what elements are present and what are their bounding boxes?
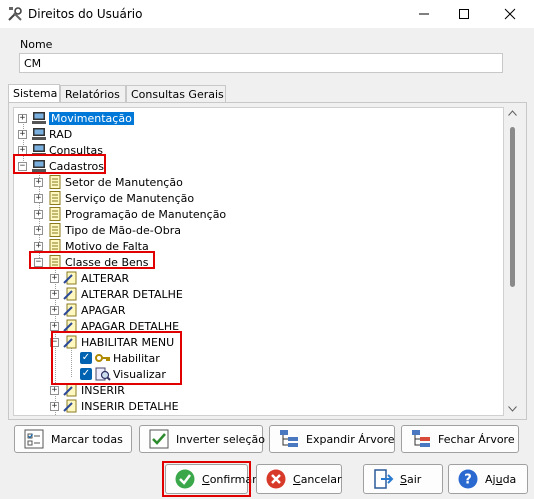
tree-label: Movimentação (49, 111, 134, 125)
highlight-cadastros (13, 154, 106, 174)
inverter-selecao-button[interactable]: Inverter seleção (139, 425, 265, 453)
tree-node-servico[interactable]: + Serviço de Manutenção (34, 190, 194, 206)
tree-collapse-icon (412, 430, 430, 447)
marcar-todas-button[interactable]: Marcar todas (14, 425, 132, 453)
expand-icon[interactable]: + (50, 273, 59, 283)
expandir-arvore-button[interactable]: Expandir Árvore (269, 425, 395, 453)
cancelar-button[interactable]: Cancelar (256, 464, 342, 494)
svg-text:?: ? (464, 473, 472, 488)
expand-icon[interactable]: + (50, 385, 59, 395)
button-label: Marcar todas (51, 432, 123, 446)
tree-label: APAGAR (81, 303, 126, 317)
document-icon (49, 175, 61, 189)
check-square-icon (149, 429, 169, 449)
button-label: Ajuda (485, 472, 517, 486)
expand-icon[interactable]: + (50, 321, 59, 331)
name-field[interactable]: CM (19, 53, 503, 73)
tree-node-alterar-detalhe[interactable]: + ALTERAR DETALHE (50, 286, 183, 302)
title-bar: Direitos do Usuário (0, 0, 534, 28)
tree-node-setor[interactable]: + Setor de Manutenção (34, 174, 183, 190)
expand-icon[interactable]: + (50, 289, 59, 299)
tree-label: ALTERAR (81, 271, 130, 285)
button-label: Cancelar (293, 472, 342, 486)
document-icon (49, 191, 61, 205)
button-label: Fechar Árvore (438, 432, 515, 446)
cancel-x-icon (266, 469, 286, 489)
expand-icon[interactable]: + (18, 129, 27, 139)
computer-icon (32, 128, 46, 140)
tree-node-apagar[interactable]: + APAGAR (50, 302, 125, 318)
document-icon (49, 207, 61, 221)
sair-button[interactable]: Sair (363, 464, 443, 494)
tab-relatorios[interactable]: Relatórios (60, 85, 126, 102)
tools-icon (8, 7, 22, 21)
expand-icon[interactable]: + (50, 401, 59, 411)
edit-document-icon (63, 399, 77, 413)
expand-icon[interactable]: + (18, 113, 27, 123)
button-label: Inverter seleção (176, 432, 265, 446)
fechar-arvore-button[interactable]: Fechar Árvore (401, 425, 519, 453)
edit-document-icon (63, 383, 77, 397)
tree-label: INSERIR DETALHE (81, 399, 179, 413)
help-icon: ? (458, 469, 478, 489)
expand-icon[interactable]: + (34, 225, 43, 235)
maximize-button[interactable] (442, 0, 486, 28)
edit-document-icon (63, 287, 77, 301)
highlight-habilitar-menu (51, 331, 182, 385)
tree-label: ALTERAR DETALHE (81, 287, 183, 301)
tree-label: Programação de Manutenção (65, 207, 227, 221)
tree-node-movimentacao[interactable]: + Movimentação (18, 110, 134, 126)
tree-node-inserir-detalhe[interactable]: + INSERIR DETALHE (50, 398, 179, 414)
tree-label: Serviço de Manutenção (65, 191, 195, 205)
scroll-up-icon[interactable] (508, 110, 517, 116)
expand-icon[interactable]: + (34, 193, 43, 203)
highlight-confirmar (162, 461, 251, 497)
expand-icon[interactable]: + (34, 177, 43, 187)
window-title: Direitos do Usuário (28, 7, 143, 21)
tab-sistema[interactable]: Sistema (8, 84, 60, 103)
minimize-icon (419, 13, 429, 15)
close-button[interactable] (488, 0, 532, 28)
tab-consultas-gerais[interactable]: Consultas Gerais (126, 85, 226, 102)
expand-icon[interactable]: + (34, 241, 43, 251)
computer-icon (32, 112, 46, 124)
maximize-icon (459, 9, 469, 19)
expand-icon[interactable]: + (34, 209, 43, 219)
highlight-classe-de-bens (29, 251, 155, 269)
scroll-thumb[interactable] (510, 127, 515, 287)
tree-label: INSERIR (81, 383, 125, 397)
tree-expand-icon (280, 430, 298, 447)
tree-label: Tipo de Mão-de-Obra (65, 223, 181, 237)
edit-document-icon (63, 303, 77, 317)
tree-label: Setor de Manutenção (65, 175, 183, 189)
tree-node-tipo[interactable]: + Tipo de Mão-de-Obra (34, 222, 181, 238)
minimize-button[interactable] (402, 0, 446, 28)
edit-document-icon (63, 271, 77, 285)
button-label: Sair (400, 472, 422, 486)
tree-label: RAD (49, 127, 73, 141)
tree-node-programacao[interactable]: + Programação de Manutenção (34, 206, 226, 222)
checklist-icon (24, 429, 44, 449)
tree-node-rad[interactable]: + RAD (18, 126, 72, 142)
exit-door-icon (374, 469, 394, 489)
scroll-down-icon[interactable] (508, 406, 517, 412)
button-label: Expandir Árvore (306, 432, 395, 446)
close-icon (504, 8, 516, 20)
name-label: Nome (20, 38, 53, 51)
tree-node-alterar[interactable]: + ALTERAR (50, 270, 129, 286)
expand-icon[interactable]: + (50, 305, 59, 315)
ajuda-button[interactable]: ? Ajuda (448, 464, 528, 494)
document-icon (49, 223, 61, 237)
